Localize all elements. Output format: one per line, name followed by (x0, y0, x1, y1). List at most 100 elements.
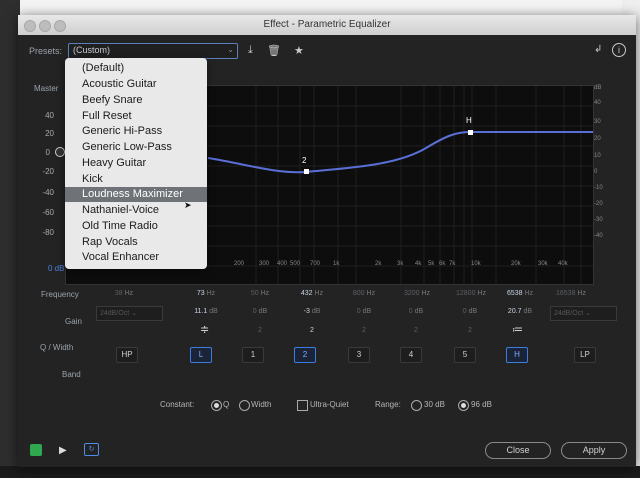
right-scale-label: 20 (594, 136, 601, 142)
range-30db-label: 30 dB (424, 400, 445, 409)
freq-axis-label: 6k (439, 261, 446, 267)
range-96db-radio[interactable] (458, 400, 469, 411)
frequency-4[interactable]: 3200 Hz (394, 290, 440, 297)
frequency-h[interactable]: 6538 Hz (498, 290, 542, 297)
presets-select[interactable]: (Custom) ⌄ (68, 43, 238, 59)
range-30db-radio[interactable] (411, 400, 422, 411)
freq-axis-label: 500 (290, 261, 301, 267)
preset-option[interactable]: Beefy Snare (65, 93, 207, 108)
lp-slope-select[interactable]: 24dB/Oct ⌄ (550, 306, 617, 321)
frequency-hp[interactable]: 38 Hz (104, 290, 144, 297)
left-scale-label: -40 (42, 188, 54, 197)
preset-option[interactable]: Full Reset (65, 109, 207, 124)
frequency-1[interactable]: 50 Hz (240, 290, 280, 297)
favorite-star-icon[interactable]: ★ (294, 44, 304, 58)
preset-option[interactable]: Old Time Radio (65, 219, 207, 234)
title-bar: Effect - Parametric Equalizer (18, 15, 636, 35)
preset-option[interactable]: Kick (65, 172, 207, 187)
loop-icon[interactable]: ↻ (84, 443, 99, 456)
high-shelf-icon[interactable]: ≔ (512, 323, 523, 336)
frequency-lp[interactable]: 16538 Hz (546, 290, 596, 297)
band-3-button[interactable]: 3 (348, 347, 370, 363)
play-icon[interactable]: ▶ (59, 445, 67, 456)
freq-axis-label: 20k (511, 261, 521, 267)
save-preset-icon[interactable]: ⤓ (248, 44, 253, 58)
freq-axis-label: 2k (375, 261, 382, 267)
presets-value: (Custom) (73, 45, 111, 55)
preset-option[interactable]: (Default) (65, 61, 207, 76)
preset-option[interactable]: Rap Vocals (65, 235, 207, 250)
band-4-button[interactable]: 4 (400, 347, 422, 363)
preset-option[interactable]: Generic Low-Pass (65, 140, 207, 155)
band-2-button[interactable]: 2 (294, 347, 316, 363)
eq-point-2[interactable] (304, 169, 309, 174)
gain-3[interactable]: 0 dB (344, 308, 384, 315)
preset-option[interactable]: Vocal Enhancer (65, 250, 207, 265)
gain-4[interactable]: 0 dB (396, 308, 436, 315)
presets-dropdown-menu: (Default) Acoustic Guitar Beefy Snare Fu… (65, 58, 207, 269)
apply-button[interactable]: Apply (561, 442, 627, 459)
delete-preset-icon[interactable]: 🗑 (267, 44, 281, 58)
chevron-down-icon: ⌄ (227, 45, 234, 54)
freq-axis-label: 10k (471, 261, 481, 267)
right-scale-label: -20 (594, 201, 603, 207)
q-4[interactable]: 2 (406, 327, 426, 334)
band-hp-button[interactable]: HP (116, 347, 138, 363)
frequency-2[interactable]: 432 Hz (290, 290, 334, 297)
constant-q-label: Q (223, 400, 230, 409)
band-lp-button[interactable]: LP (574, 347, 596, 363)
band-1-button[interactable]: 1 (242, 347, 264, 363)
freq-axis-label: 40k (558, 261, 568, 267)
gain-1[interactable]: 0 dB (240, 308, 280, 315)
master-label: Master (34, 84, 59, 93)
band-5-button[interactable]: 5 (454, 347, 476, 363)
preset-option[interactable]: Heavy Guitar (65, 156, 207, 171)
hp-slope-select[interactable]: 24dB/Oct ⌄ (96, 306, 163, 321)
right-scale-label: -10 (594, 185, 603, 191)
q-3[interactable]: 2 (354, 327, 374, 334)
eq-point-h[interactable] (468, 130, 473, 135)
gain-row-label: Gain (65, 317, 82, 326)
frequency-5[interactable]: 12800 Hz (446, 290, 496, 297)
window-title: Effect - Parametric Equalizer (263, 19, 391, 30)
info-icon[interactable]: i (612, 43, 626, 57)
left-scale-label: 20 (45, 129, 54, 138)
right-scale-label: 10 (594, 153, 601, 159)
power-toggle-icon[interactable] (30, 444, 42, 456)
q-1[interactable]: 2 (250, 327, 270, 334)
freq-axis-label: 4k (415, 261, 422, 267)
freq-axis-label: 1k (333, 261, 340, 267)
preset-option[interactable]: Acoustic Guitar (65, 77, 207, 92)
gain-5[interactable]: 0 dB (450, 308, 490, 315)
q-5[interactable]: 2 (460, 327, 480, 334)
mouse-cursor-icon: ➤ (184, 200, 192, 210)
left-scale-label: -20 (42, 167, 54, 176)
gain-h[interactable]: 20.7 dB (500, 308, 540, 315)
gain-l[interactable]: 11.1 dB (186, 308, 226, 315)
constant-width-radio[interactable] (239, 400, 250, 411)
close-button[interactable]: Close (485, 442, 551, 459)
band-l-button[interactable]: L (190, 347, 212, 363)
preset-option[interactable]: Generic Hi-Pass (65, 124, 207, 139)
q-2[interactable]: 2 (302, 327, 322, 334)
gain-2[interactable]: -3 dB (290, 308, 334, 315)
left-scale-label: -80 (42, 228, 54, 237)
low-shelf-icon[interactable]: ≑ (200, 323, 209, 336)
constant-q-radio[interactable] (211, 400, 222, 411)
freq-axis-label: 5k (428, 261, 435, 267)
background-left (0, 0, 20, 478)
freq-axis-label: 300 (259, 261, 270, 267)
left-scale-label: 40 (45, 111, 54, 120)
band-h-button[interactable]: H (506, 347, 528, 363)
parametric-equalizer-window: Effect - Parametric Equalizer Presets: (… (18, 15, 636, 467)
right-scale-label: -40 (594, 233, 603, 239)
frequency-3[interactable]: 800 Hz (344, 290, 384, 297)
right-scale-label: 40 (594, 100, 601, 106)
freq-axis-label: 400 (277, 261, 288, 267)
ultra-quiet-checkbox[interactable] (297, 400, 308, 411)
routing-icon[interactable]: ↲ (594, 44, 602, 58)
master-gain-knob[interactable] (55, 147, 65, 157)
right-scale-label: -30 (594, 217, 603, 223)
right-scale-label: 30 (594, 119, 601, 125)
frequency-l[interactable]: 73 Hz (186, 290, 226, 297)
